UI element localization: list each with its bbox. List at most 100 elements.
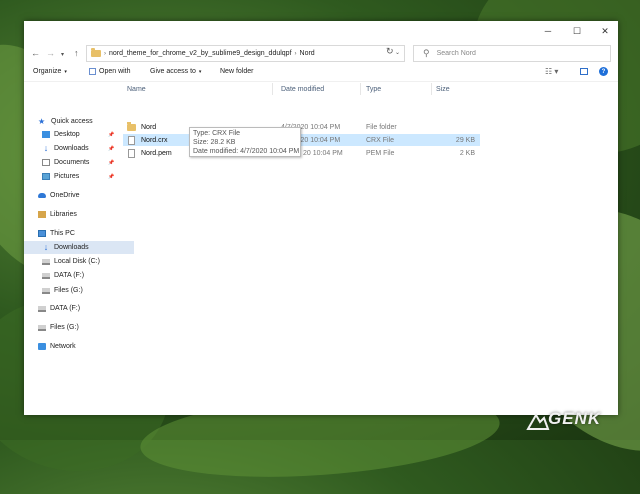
drive-icon — [42, 287, 50, 294]
file-type: CRX File — [366, 136, 395, 144]
refresh-icon[interactable]: ↻ — [386, 46, 394, 57]
drive-icon — [42, 272, 50, 279]
minimize-button[interactable]: ─ — [536, 21, 560, 41]
open-with-button[interactable]: Open with — [89, 68, 131, 75]
help-icon[interactable]: ? — [599, 67, 608, 76]
nav-label: Files (G:) — [50, 324, 79, 331]
nav-network[interactable]: Network — [24, 340, 130, 353]
forward-arrow-icon[interactable]: → — [46, 48, 55, 58]
pin-icon[interactable]: 📌 — [108, 174, 114, 180]
tooltip-size: Size: 28.2 KB — [193, 139, 236, 146]
open-with-label: Open with — [99, 68, 131, 75]
column-header-date-modified[interactable]: Date modified — [277, 83, 361, 95]
nav-label: DATA (F:) — [50, 305, 81, 312]
back-arrow-icon[interactable]: ← — [31, 48, 40, 58]
column-header-size[interactable]: Size — [432, 83, 480, 95]
open-with-icon — [89, 68, 96, 75]
pin-icon[interactable]: 📌 — [108, 132, 114, 138]
file-date: 20 10:04 PM — [303, 149, 343, 157]
nav-local-disk-c[interactable]: Local Disk (C:) — [24, 255, 134, 268]
file-row-nord-crx[interactable]: Nord.crx 4/7/2020 10:04 PM CRX File 29 K… — [123, 134, 480, 146]
nav-files-g[interactable]: Files (G:) — [24, 321, 130, 334]
command-bar: Organize ▾ Open with Give access to ▾ Ne… — [24, 67, 618, 82]
file-name: Nord.pem — [141, 149, 172, 157]
title-bar[interactable]: ─ ☐ ✕ — [24, 21, 618, 41]
nav-documents[interactable]: Documents 📌 — [24, 156, 134, 169]
nav-label: Downloads — [54, 244, 89, 251]
drive-icon — [42, 258, 50, 265]
nav-files-g-pc[interactable]: Files (G:) — [24, 284, 134, 297]
search-icon: ⚲ — [423, 48, 430, 58]
file-name-cell: Nord.pem — [123, 147, 172, 159]
address-bar[interactable]: › nord_theme_for_chrome_v2_by_sublime9_d… — [86, 45, 405, 62]
nav-downloads-pc[interactable]: ↓ Downloads — [24, 241, 134, 254]
file-name-cell: Nord — [123, 121, 156, 133]
file-row-nord-pem[interactable]: Nord.pem 20 10:04 PM PEM File 2 KB — [123, 147, 480, 159]
file-name: Nord.crx — [141, 136, 168, 144]
nav-data-f[interactable]: DATA (F:) — [24, 302, 130, 315]
nav-downloads-pinned[interactable]: ↓ Downloads 📌 — [24, 142, 134, 155]
nav-label: Documents — [54, 159, 90, 166]
give-access-menu-button[interactable]: Give access to ▾ — [150, 68, 201, 75]
close-button[interactable]: ✕ — [593, 21, 617, 41]
nav-pictures[interactable]: Pictures 📌 — [24, 170, 134, 183]
nav-label: Libraries — [50, 211, 77, 218]
cloud-icon — [38, 193, 46, 198]
file-size — [423, 121, 475, 133]
breadcrumb-current-folder[interactable]: Nord — [300, 50, 315, 57]
organize-menu-button[interactable]: Organize ▾ — [33, 68, 67, 75]
recent-locations-chevron-icon[interactable]: ▾ — [61, 51, 64, 58]
search-input[interactable] — [434, 49, 599, 58]
nav-quick-access[interactable]: ★ Quick access — [24, 115, 130, 128]
column-header-name[interactable]: Name — [123, 83, 273, 95]
file-info-tooltip: Type: CRX File Size: 28.2 KB Date modifi… — [189, 127, 301, 157]
file-icon — [128, 135, 135, 145]
file-type: File folder — [366, 123, 397, 131]
nav-data-f-pc[interactable]: DATA (F:) — [24, 269, 134, 282]
chevron-right-icon[interactable]: › — [104, 51, 106, 57]
file-explorer-window: ─ ☐ ✕ ← → ▾ ↑ › nord_theme_for_chrome_v2… — [24, 21, 618, 415]
maximize-button[interactable]: ☐ — [565, 21, 589, 41]
watermark-text: GENK — [548, 409, 602, 428]
up-arrow-icon[interactable]: ↑ — [74, 48, 79, 58]
nav-label: Desktop — [54, 131, 80, 138]
file-name: Nord — [141, 123, 157, 131]
tooltip-date: Date modified: 4/7/2020 10:04 PM — [193, 148, 300, 155]
nav-label: Quick access — [51, 118, 93, 125]
nav-label: Downloads — [54, 145, 89, 152]
drive-icon — [38, 305, 46, 312]
preview-pane-icon[interactable] — [580, 68, 588, 75]
nav-libraries[interactable]: Libraries — [24, 208, 130, 221]
library-icon — [38, 211, 46, 218]
picture-icon — [42, 173, 50, 180]
tooltip-type: Type: CRX File — [193, 130, 241, 137]
new-folder-label: New folder — [220, 68, 254, 75]
drive-icon — [38, 324, 46, 331]
breadcrumb-parent-folder[interactable]: nord_theme_for_chrome_v2_by_sublime9_des… — [109, 50, 292, 57]
nav-label: DATA (F:) — [54, 272, 85, 279]
nav-label: Network — [50, 343, 76, 350]
nav-label: Pictures — [54, 173, 80, 180]
chevron-right-icon[interactable]: › — [295, 51, 297, 57]
pin-icon[interactable]: 📌 — [108, 160, 114, 166]
new-folder-button[interactable]: New folder — [220, 68, 253, 75]
file-row-nord[interactable]: Nord 4/7/2020 10:04 PM File folder — [123, 121, 480, 133]
file-size: 2 KB — [459, 149, 475, 157]
nav-this-pc[interactable]: This PC — [24, 227, 130, 240]
nav-onedrive[interactable]: OneDrive — [24, 189, 130, 202]
pin-icon[interactable]: 📌 — [108, 146, 114, 152]
nav-label: Files (G:) — [54, 287, 83, 294]
address-dropdown-chevron-icon[interactable]: ⌄ — [395, 49, 400, 56]
search-box[interactable]: ⚲ — [413, 45, 611, 62]
download-arrow-icon: ↓ — [43, 242, 49, 252]
chevron-down-icon: ▾ — [198, 68, 202, 75]
nav-desktop[interactable]: Desktop 📌 — [24, 128, 134, 141]
nav-label: This PC — [50, 230, 75, 237]
nav-label: Local Disk (C:) — [54, 258, 100, 265]
column-header-type[interactable]: Type — [362, 83, 432, 95]
document-icon — [42, 159, 50, 166]
give-access-label: Give access to — [150, 68, 196, 75]
network-icon — [38, 343, 46, 350]
view-options-icon[interactable]: ☷ ▾ — [545, 67, 558, 76]
chevron-down-icon: ▾ — [64, 68, 67, 75]
